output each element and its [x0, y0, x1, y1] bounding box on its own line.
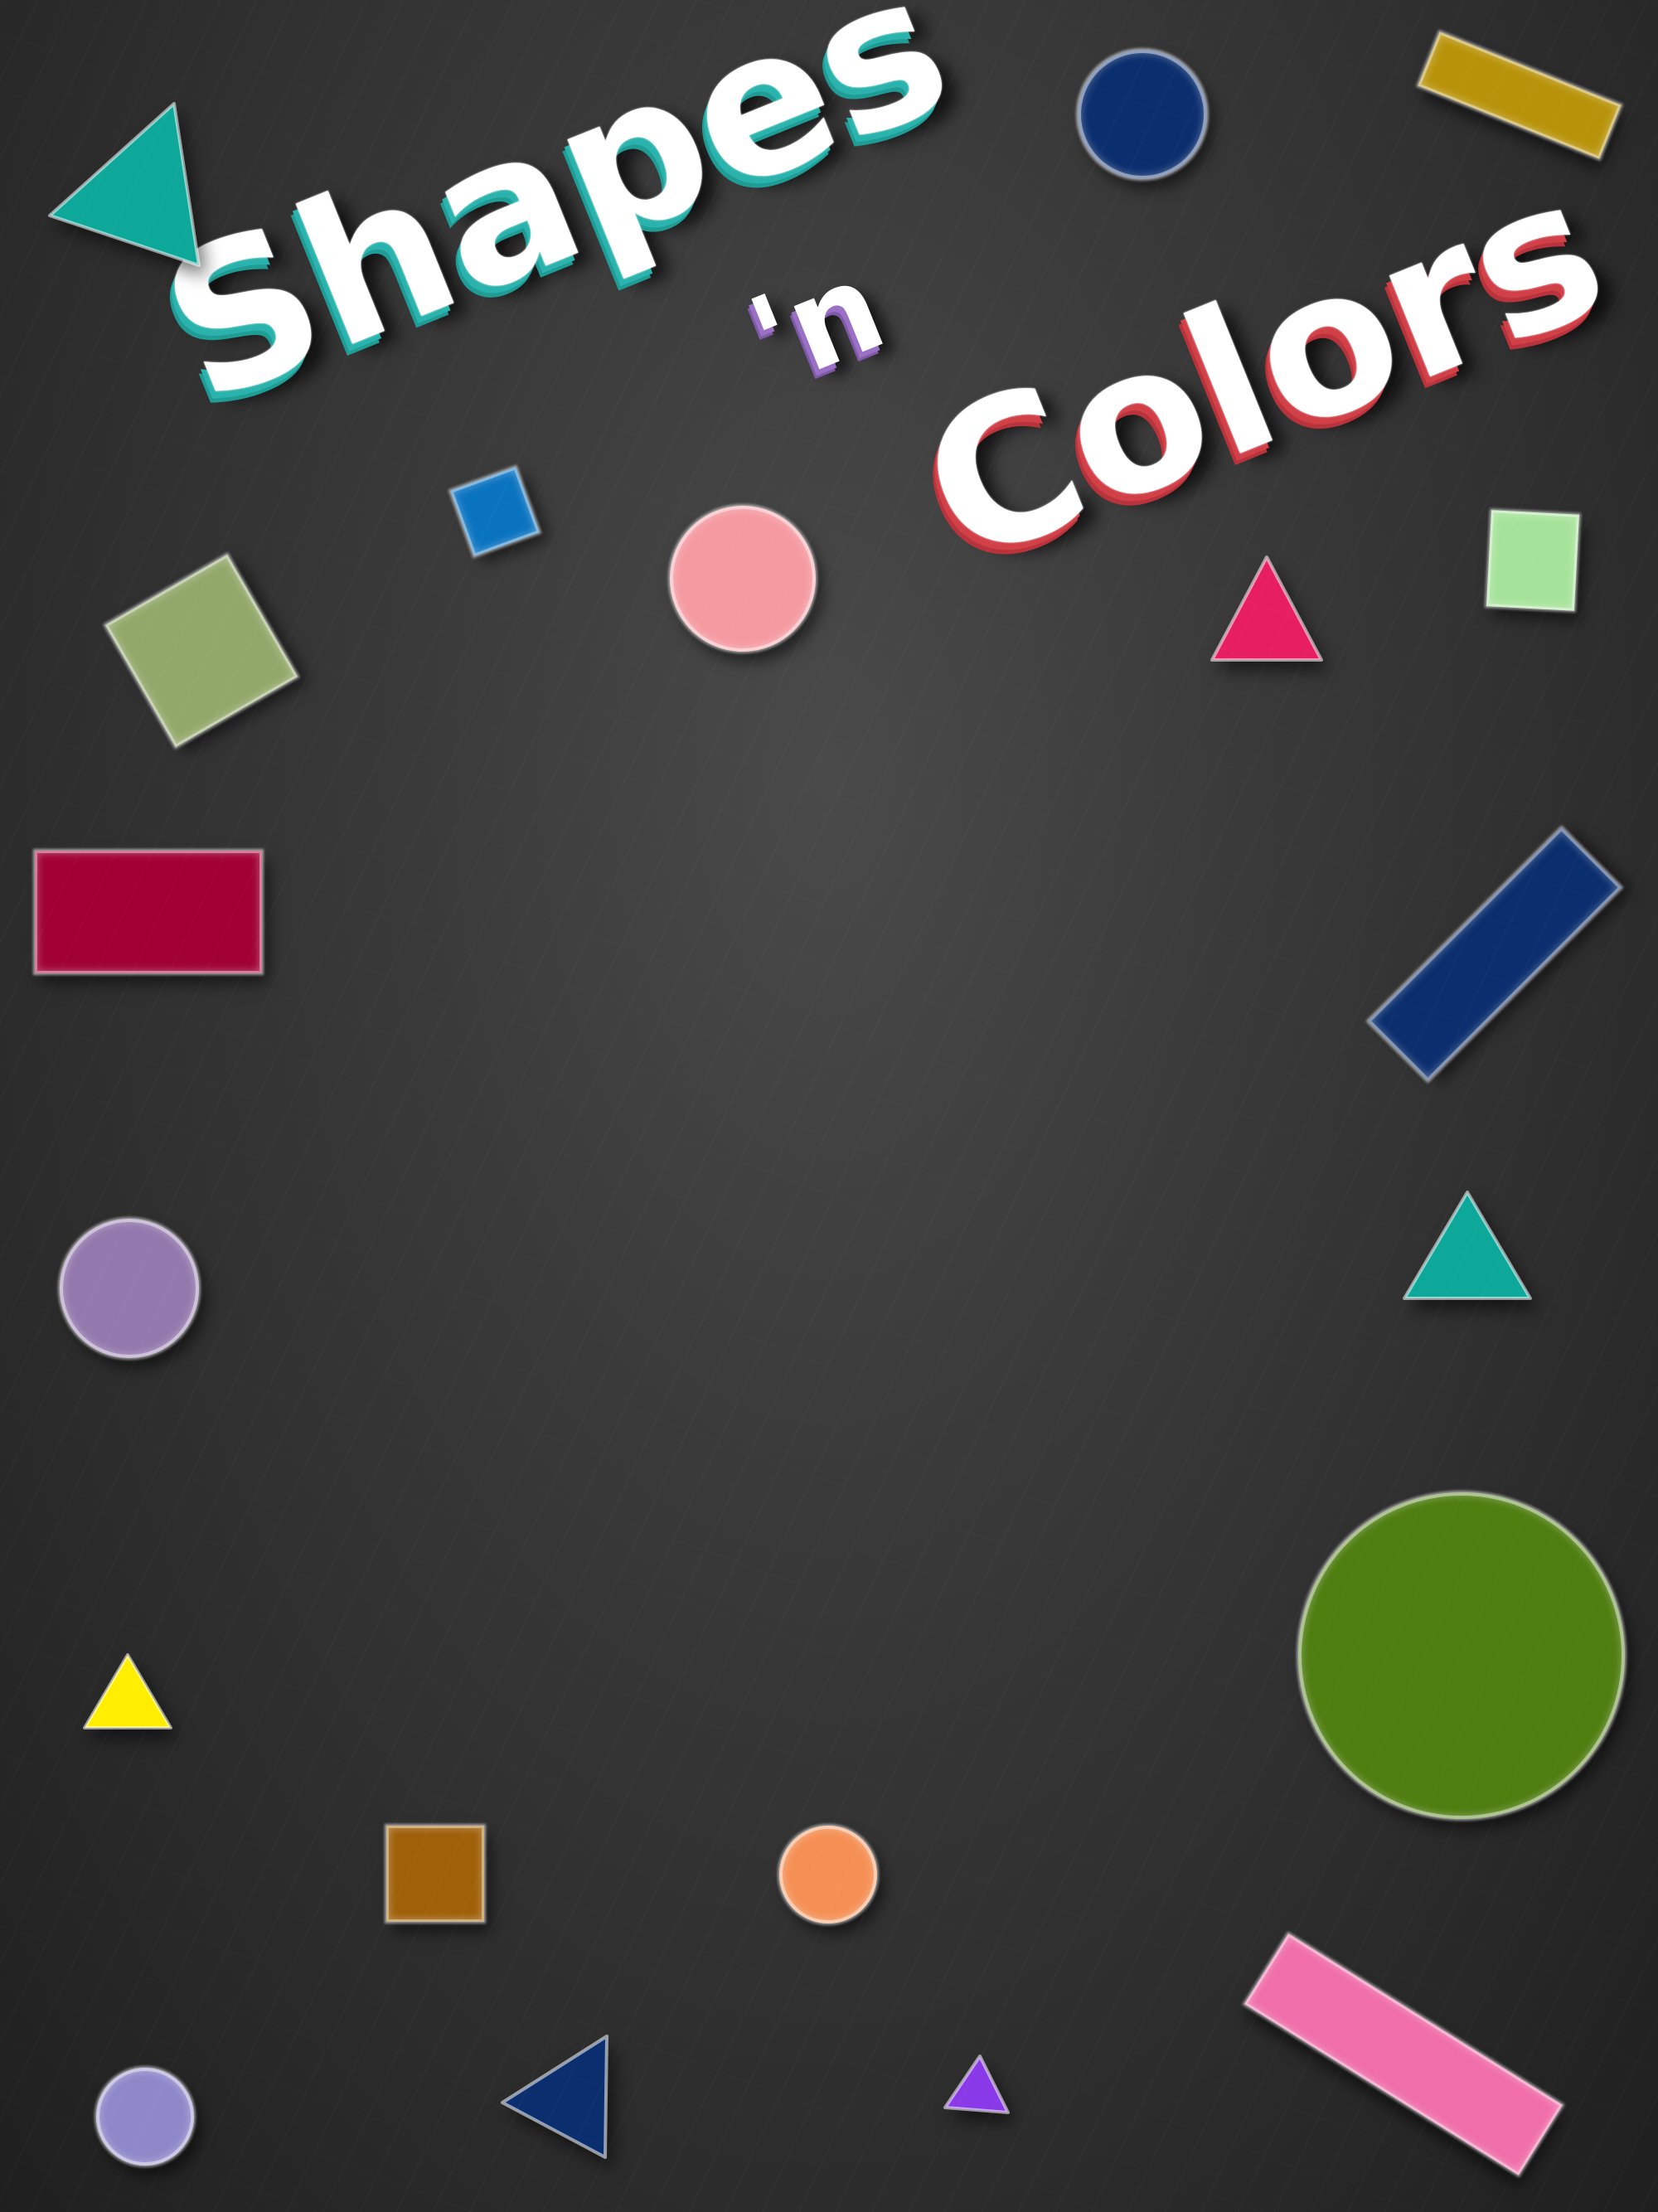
- blue-square-small: [450, 467, 540, 556]
- brown-square: [386, 1826, 484, 1922]
- navy-triangle-bottom: [501, 2035, 608, 2159]
- teal-triangle-right: [1403, 1191, 1532, 1300]
- magenta-triangle: [1210, 555, 1323, 662]
- crimson-rectangle: [35, 851, 262, 973]
- navy-circle-top: [1078, 50, 1207, 179]
- pink-circle: [670, 506, 816, 652]
- orange-circle: [779, 1826, 877, 1923]
- title-word-n: 'n: [731, 234, 904, 415]
- violet-triangle-small: [943, 2054, 1010, 2114]
- olive-green-circle-large: [1298, 1492, 1625, 1819]
- teal-triangle-top-left: [48, 102, 201, 267]
- lavender-circle: [60, 1219, 199, 1358]
- sage-square: [104, 554, 298, 748]
- mint-square: [1486, 510, 1579, 611]
- hot-pink-rectangle: [1244, 1933, 1563, 2176]
- periwinkle-circle: [96, 2068, 194, 2166]
- yellow-triangle: [83, 1653, 172, 1729]
- navy-rectangle-diagonal: [1368, 827, 1622, 1081]
- chalkboard-background: Shapes 'n Colors: [0, 0, 1658, 2212]
